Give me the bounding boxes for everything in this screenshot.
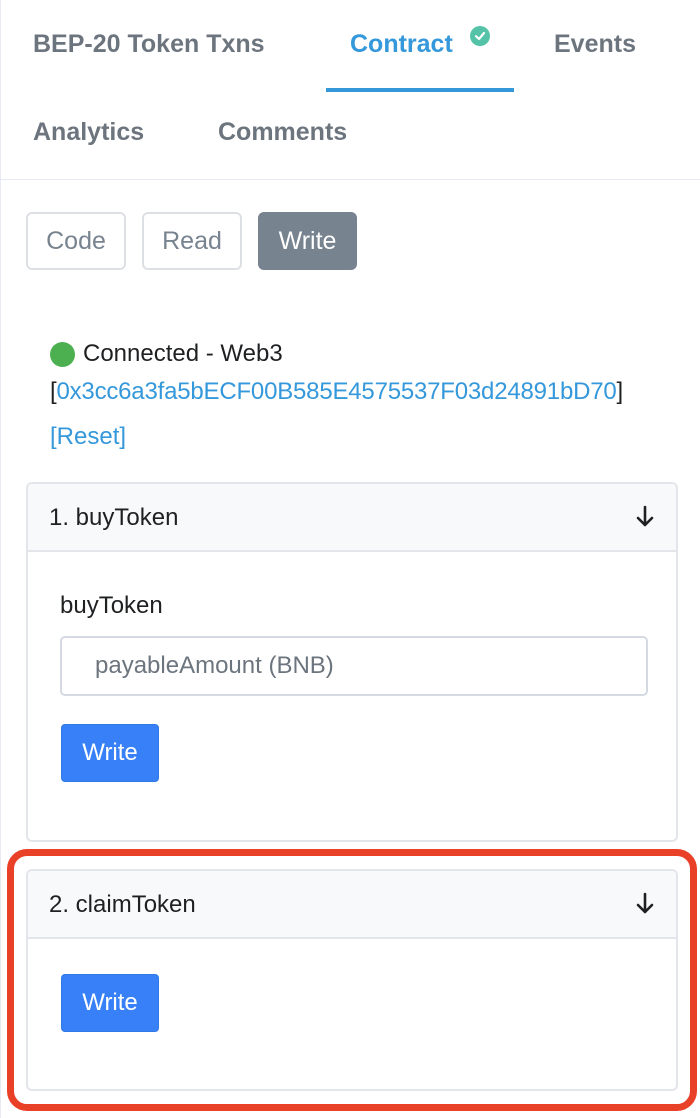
active-tab-underline (326, 88, 514, 92)
function-title: 2. claimToken (49, 891, 196, 918)
write-view-button[interactable]: Write (258, 212, 357, 270)
function-card-buytoken: 1. buyToken buyToken Write (26, 482, 678, 842)
verified-check-icon (470, 26, 490, 46)
read-button[interactable]: Read (142, 212, 242, 270)
connection-status: Connected - Web3 (83, 340, 283, 367)
write-buytoken-button[interactable]: Write (61, 724, 159, 782)
tab-events[interactable]: Events (554, 30, 636, 59)
tab-comments[interactable]: Comments (218, 118, 347, 147)
function-card-claimtoken: 2. claimToken Write (26, 869, 678, 1091)
connected-address-link[interactable]: 0x3cc6a3fa5bECF00B585E4575537F03d24891bD… (56, 378, 616, 405)
tab-analytics[interactable]: Analytics (33, 118, 144, 147)
arrow-down-icon (634, 504, 656, 530)
reset-link[interactable]: [Reset] (50, 423, 126, 451)
input-label-buytoken: buyToken (60, 592, 163, 619)
tab-bep20-token-txns[interactable]: BEP-20 Token Txns (33, 30, 265, 59)
write-claimtoken-button[interactable]: Write (61, 974, 159, 1032)
contract-write-page: BEP-20 Token Txns Contract Events Analyt… (0, 0, 700, 1118)
payable-amount-input[interactable] (60, 636, 648, 696)
address-bracket-close: ] (616, 378, 624, 405)
connected-status-icon (50, 342, 75, 367)
function-title: 1. buyToken (49, 504, 179, 531)
code-button[interactable]: Code (26, 212, 126, 270)
function-header-buytoken[interactable]: 1. buyToken (28, 484, 676, 552)
function-header-claimtoken[interactable]: 2. claimToken (28, 871, 676, 939)
tab-contract[interactable]: Contract (350, 30, 453, 59)
connected-address-line: [0x3cc6a3fa5bECF00B585E4575537F03d24891b… (50, 378, 623, 406)
arrow-down-icon (634, 891, 656, 917)
tab-bar: BEP-20 Token Txns Contract Events Analyt… (0, 0, 700, 180)
